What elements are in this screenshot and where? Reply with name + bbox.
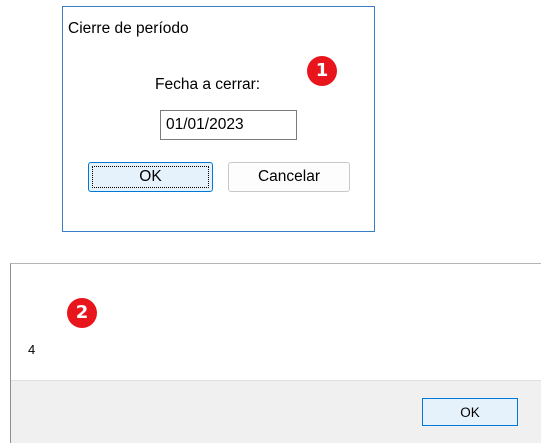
screenshot-canvas: Cierre de período Fecha a cerrar: OK Can… xyxy=(0,0,541,443)
cancel-button[interactable]: Cancelar xyxy=(228,162,350,192)
cancel-button-label: Cancelar xyxy=(257,168,321,185)
ok-button-label: OK xyxy=(139,168,162,185)
message-ok-button-label: OK xyxy=(460,404,480,420)
date-field-label: Fecha a cerrar: xyxy=(155,76,261,93)
message-box: 4 OK xyxy=(10,263,541,443)
step-badge-2: 2 xyxy=(67,298,97,328)
message-text: 4 xyxy=(28,342,36,357)
date-input[interactable] xyxy=(160,110,297,140)
ok-button[interactable]: OK xyxy=(88,162,213,192)
step-badge-2-number: 2 xyxy=(75,302,89,323)
step-badge-1-number: 1 xyxy=(315,60,329,81)
period-close-dialog: Cierre de período Fecha a cerrar: OK Can… xyxy=(62,6,375,232)
step-badge-1: 1 xyxy=(307,56,337,86)
message-ok-button[interactable]: OK xyxy=(422,398,518,426)
dialog-title: Cierre de período xyxy=(68,20,189,37)
